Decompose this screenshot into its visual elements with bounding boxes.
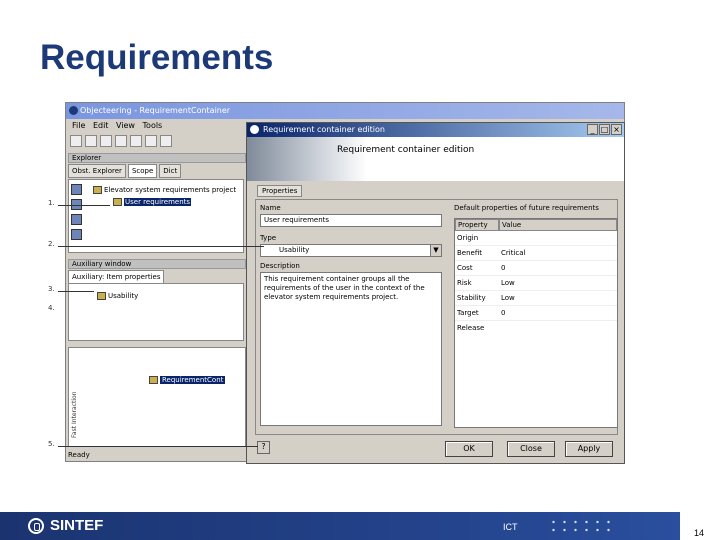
requirement-container-dialog: Requirement container edition _ □ × Requ… [246, 122, 625, 464]
table-row[interactable]: Risk Low [455, 276, 617, 291]
table-row[interactable]: Cost 0 [455, 261, 617, 276]
aux-item-usability[interactable]: Usability [97, 292, 138, 300]
diagram-icon[interactable] [71, 214, 82, 225]
explorer-tabs: Obst. Explorer Scope Dict [68, 164, 246, 178]
aux-header: Auxiliary window [68, 259, 246, 269]
properties-icon[interactable] [145, 135, 157, 147]
open-icon[interactable] [85, 135, 97, 147]
window-buttons: _ □ × [587, 124, 622, 135]
dot-pattern [548, 518, 618, 534]
col-value[interactable]: Value [499, 219, 617, 231]
aux-content: Usability [68, 283, 244, 341]
vertical-label: Fast Interaction [71, 391, 78, 438]
apply-button[interactable]: Apply [565, 441, 613, 457]
callout-line-5 [58, 446, 258, 447]
tab-dict[interactable]: Dict [159, 164, 182, 178]
dialog-icon [250, 125, 259, 134]
footer-bar: SINTEF ICT [0, 512, 680, 540]
folder-icon [113, 198, 122, 206]
type-value: Usability [279, 246, 310, 254]
table-row[interactable]: Target Release 0 [455, 306, 617, 332]
app-icon [69, 106, 78, 115]
callout-5: 5. [48, 440, 55, 448]
type-select[interactable]: Usability ▼ [260, 244, 442, 257]
callout-2: 2. [48, 240, 55, 248]
diagram-pane: Fast Interaction RequirementCont [68, 347, 246, 447]
new-icon[interactable] [70, 135, 82, 147]
container-icon [149, 376, 158, 384]
description-label: Description [260, 262, 300, 270]
folder-icon [97, 292, 106, 300]
app-title: Objecteering - RequirementContainer [80, 106, 231, 115]
footer-ict: ICT [503, 522, 518, 532]
sintef-logo: SINTEF [28, 517, 103, 534]
tree-side-icons [71, 184, 87, 244]
auxiliary-pane: Auxiliary window Auxiliary: Item propert… [68, 259, 246, 341]
name-field[interactable]: User requirements [260, 214, 442, 227]
explorer-tree: Elevator system requirements project Use… [68, 179, 244, 253]
model-icon[interactable] [71, 229, 82, 240]
type-label: Type [260, 234, 277, 242]
tab-properties[interactable]: Properties [257, 185, 303, 197]
dialog-title: Requirement container edition [263, 125, 385, 134]
properties-panel: Name User requirements Type Usability ▼ … [255, 199, 618, 435]
diagram-icon[interactable] [130, 135, 142, 147]
ok-button[interactable]: OK [445, 441, 493, 457]
minimize-icon[interactable]: _ [587, 124, 598, 135]
tab-scope[interactable]: Scope [127, 164, 158, 178]
footer: SINTEF ICT [0, 512, 720, 540]
callout-1: 1. [48, 199, 55, 207]
banner-title: Requirement container edition [337, 145, 475, 155]
explorer-header: Explorer [68, 153, 246, 163]
binoculars-icon[interactable] [115, 135, 127, 147]
menu-edit[interactable]: Edit [93, 121, 109, 130]
callout-line-2 [58, 246, 264, 247]
folder-icon [93, 186, 102, 194]
table-row[interactable]: Stability Low [455, 291, 617, 306]
help-icon[interactable]: ? [257, 441, 270, 454]
package-icon[interactable] [71, 184, 82, 195]
callout-3: 3. [48, 285, 55, 293]
tab-obst-explorer[interactable]: Obst. Explorer [68, 164, 126, 178]
menu-file[interactable]: File [72, 121, 85, 130]
callout-4: 4. [48, 304, 55, 312]
tree-node-user-requirements[interactable]: User requirements [113, 198, 192, 206]
save-icon[interactable] [100, 135, 112, 147]
chevron-down-icon[interactable]: ▼ [430, 245, 441, 256]
name-label: Name [260, 204, 281, 212]
menu-view[interactable]: View [116, 121, 135, 130]
close-icon[interactable]: × [611, 124, 622, 135]
slide-title: Requirements [40, 38, 274, 77]
menu-tools[interactable]: Tools [143, 121, 163, 130]
table-row[interactable]: Origin [455, 231, 617, 246]
tool-icon[interactable] [160, 135, 172, 147]
defaults-label: Default properties of future requirement… [454, 204, 599, 212]
properties-table: Property Value Origin Benefit Critical Co… [454, 218, 618, 428]
dialog-titlebar: Requirement container edition _ □ × [247, 123, 624, 137]
app-titlebar: Objecteering - RequirementContainer [66, 103, 624, 119]
callout-line-3 [58, 291, 94, 292]
page-number: 14 [693, 528, 704, 538]
table-header: Property Value [455, 219, 617, 231]
col-property[interactable]: Property [455, 219, 499, 231]
sintef-logo-icon [28, 517, 44, 534]
requirement-container-item[interactable]: RequirementCont [149, 376, 226, 384]
tree-node-project[interactable]: Elevator system requirements project [93, 186, 236, 194]
status-bar: Ready [68, 451, 90, 459]
explorer-pane: Explorer Obst. Explorer Scope Dict Eleva… [68, 153, 246, 253]
table-row[interactable]: Benefit Critical [455, 246, 617, 261]
close-button[interactable]: Close [507, 441, 555, 457]
aux-tabs: Auxiliary: Item properties [68, 270, 246, 284]
tab-aux-properties[interactable]: Auxiliary: Item properties [68, 270, 165, 284]
description-field[interactable]: This requirement container groups all th… [260, 272, 442, 426]
maximize-icon[interactable]: □ [599, 124, 610, 135]
dialog-banner: Requirement container edition [247, 137, 624, 181]
callout-line-1 [58, 205, 110, 206]
